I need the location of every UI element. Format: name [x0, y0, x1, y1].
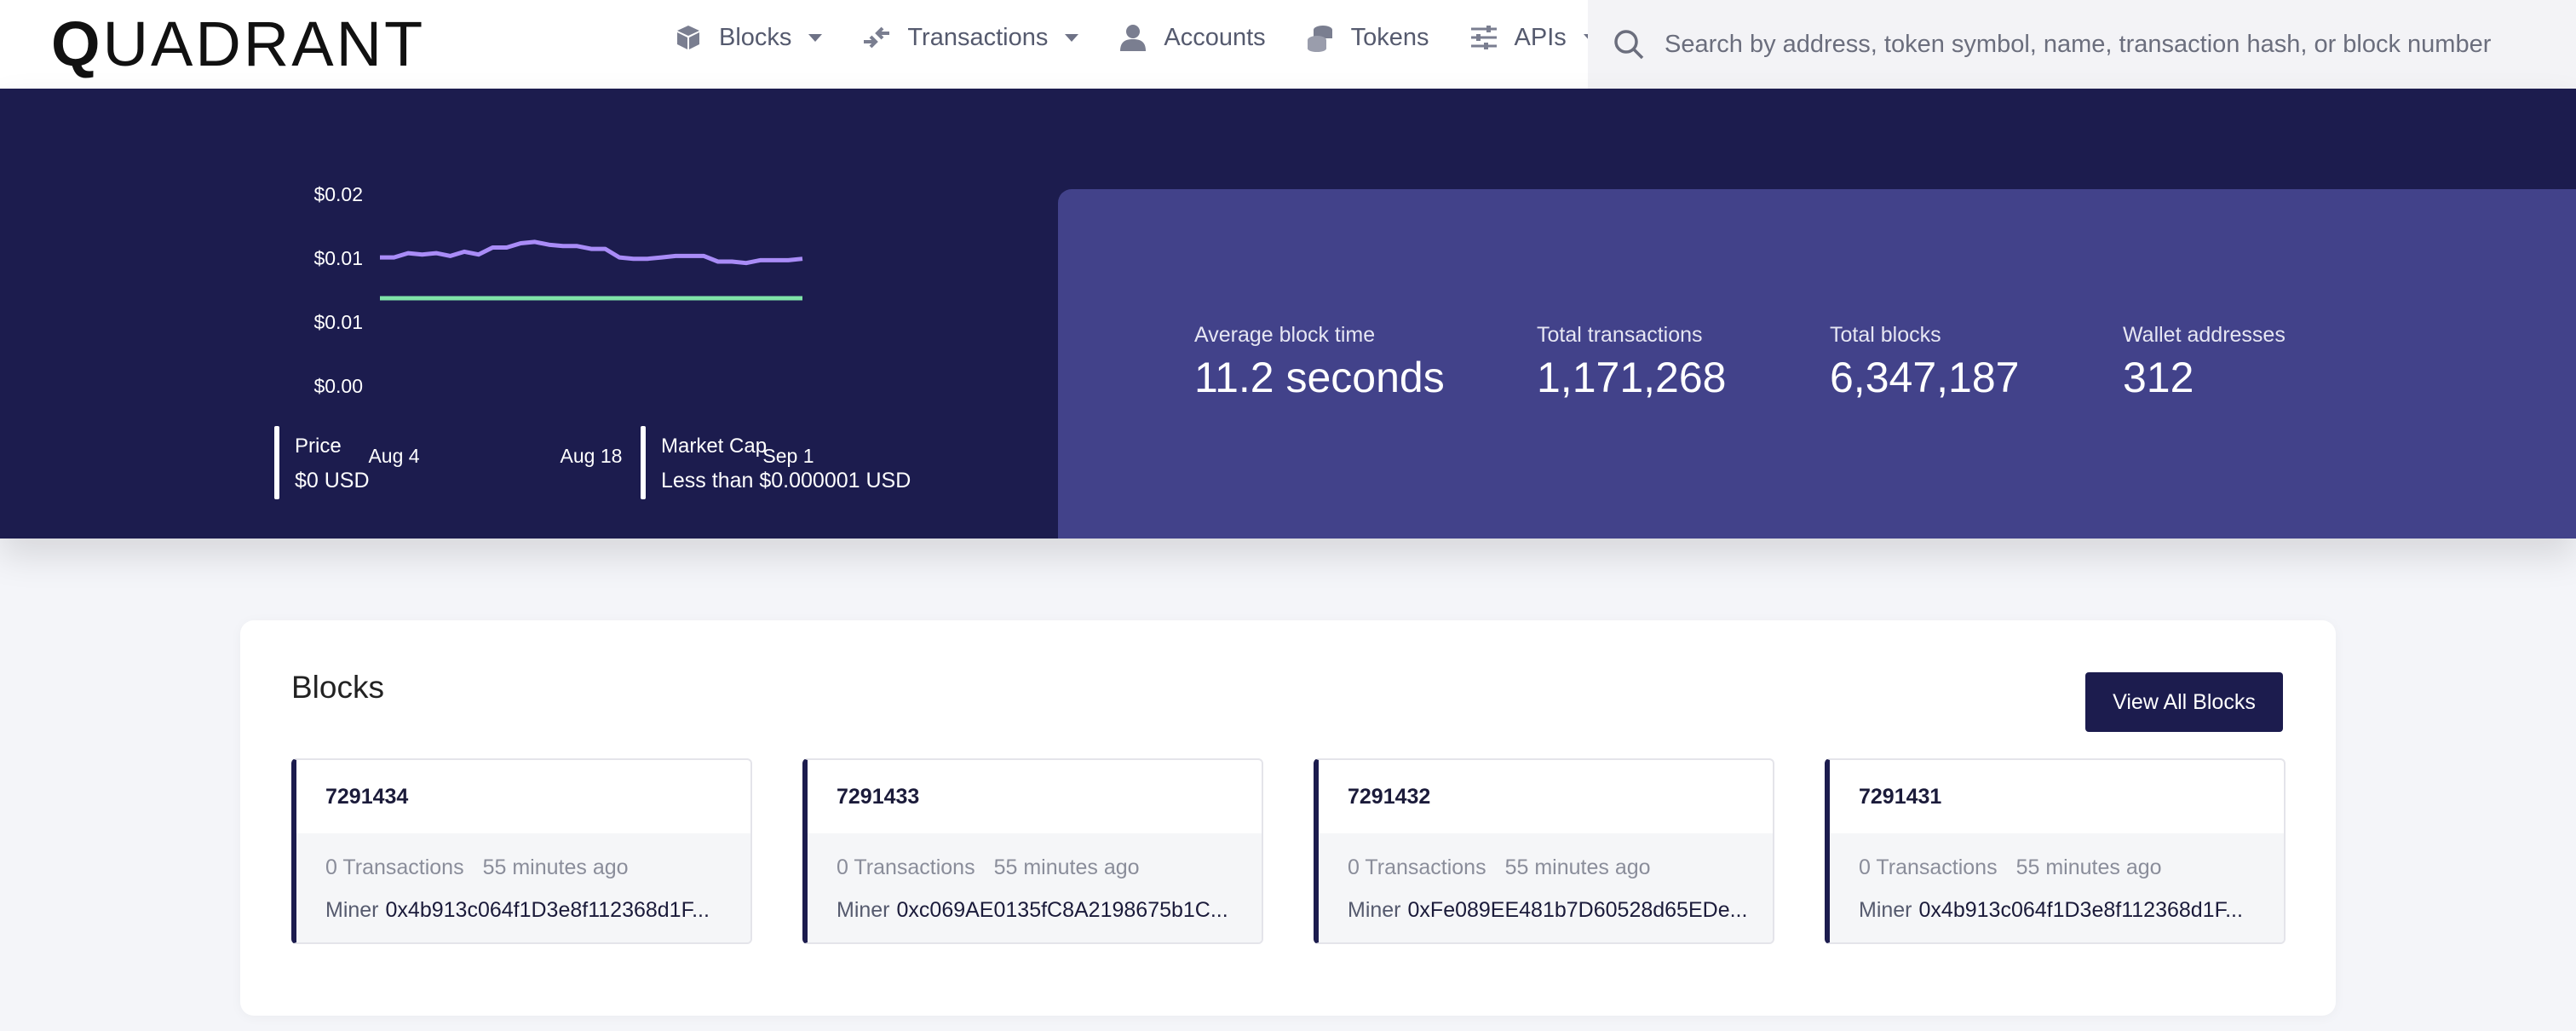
- block-age: 55 minutes ago: [1504, 855, 1651, 879]
- block-number[interactable]: 7291432: [1319, 760, 1773, 833]
- block-age: 55 minutes ago: [482, 855, 629, 879]
- y-tick-label: $0.00: [313, 375, 363, 397]
- stat-label: Total transactions: [1537, 323, 1703, 347]
- user-icon: [1118, 22, 1148, 53]
- price-stat: Price $0 USD: [274, 426, 370, 499]
- stat-value: 11.2 seconds: [1194, 354, 1445, 401]
- stat-avg-block-time: Average block time 11.2 seconds: [1194, 321, 1445, 403]
- miner-label: Miner: [1348, 898, 1401, 922]
- transfer-arrows-icon: [861, 22, 892, 53]
- nav-tokens[interactable]: Tokens: [1305, 22, 1429, 53]
- logo-rest: UADRANT: [102, 9, 426, 79]
- block-details: 0 Transactions 55 minutes ago Miner 0x4b91…: [296, 833, 750, 942]
- block-number[interactable]: 7291433: [808, 760, 1262, 833]
- nav-accounts-label: Accounts: [1164, 23, 1266, 51]
- search-icon[interactable]: [1601, 19, 1656, 70]
- top-header: QUADRANT Blocks Transactions Accounts To…: [0, 0, 2576, 89]
- stat-value: 312: [2123, 354, 2194, 401]
- y-tick-label: $0.01: [313, 311, 363, 333]
- price-label: Price: [295, 435, 342, 458]
- miner-address[interactable]: 0xFe089EE481b7D60528d65EDe...: [1408, 898, 1748, 922]
- miner-label: Miner: [325, 898, 379, 922]
- view-all-blocks-button[interactable]: View All Blocks: [2085, 672, 2283, 732]
- sliders-icon: [1469, 22, 1499, 53]
- hero-section: $0.02 $0.01 $0.01 $0.00 Aug 4 Aug 18 Sep 1 Pri…: [0, 89, 2576, 539]
- block-number[interactable]: 7291431: [1830, 760, 2284, 833]
- search-input[interactable]: [1665, 30, 2567, 59]
- miner-address[interactable]: 0x4b913c064f1D3e8f112368d1F...: [386, 898, 710, 922]
- price-text: Price $0 USD: [295, 426, 370, 499]
- nav-blocks-label: Blocks: [719, 23, 792, 51]
- block-transactions: 0 Transactions: [325, 855, 464, 879]
- market-cap-accent-bar: [641, 426, 646, 499]
- price-series-line: [380, 239, 803, 266]
- chevron-down-icon: [808, 33, 823, 42]
- price-accent-bar: [274, 426, 279, 499]
- block-tile[interactable]: 7291432 0 Transactions 55 minutes ago Min…: [1314, 758, 1774, 944]
- block-details: 0 Transactions 55 minutes ago Miner 0x4b91…: [1830, 833, 2284, 942]
- nav-apis-label: APIs: [1514, 23, 1567, 51]
- y-tick-label: $0.01: [313, 247, 363, 269]
- nav-tokens-label: Tokens: [1350, 23, 1429, 51]
- quadrant-logo[interactable]: QUADRANT: [51, 10, 425, 78]
- block-transactions: 0 Transactions: [1859, 855, 1998, 879]
- block-details: 0 Transactions 55 minutes ago Miner 0xc069…: [808, 833, 1262, 942]
- main-nav: Blocks Transactions Accounts Tokens APIs: [673, 0, 1636, 75]
- miner-address[interactable]: 0x4b913c064f1D3e8f112368d1F...: [1919, 898, 2243, 922]
- miner-label: Miner: [837, 898, 890, 922]
- nav-accounts[interactable]: Accounts: [1118, 22, 1266, 53]
- search-bar: [1588, 0, 2576, 89]
- block-tile[interactable]: 7291433 0 Transactions 55 minutes ago Min…: [802, 758, 1263, 944]
- market-cap-text: Market Cap Less than $0.000001 USD: [661, 426, 911, 499]
- stat-value: 1,171,268: [1537, 354, 1727, 401]
- nav-transactions[interactable]: Transactions: [861, 22, 1079, 53]
- block-age: 55 minutes ago: [993, 855, 1140, 879]
- logo-first-letter: Q: [51, 9, 103, 79]
- nav-apis[interactable]: APIs: [1469, 22, 1597, 53]
- stats-panel: Average block time 11.2 seconds Total tr…: [1058, 189, 2576, 539]
- nav-transactions-label: Transactions: [907, 23, 1049, 51]
- block-tiles: 7291434 0 Transactions 55 minutes ago Min…: [291, 758, 2286, 944]
- nav-blocks[interactable]: Blocks: [673, 22, 823, 53]
- block-tile[interactable]: 7291431 0 Transactions 55 minutes ago Min…: [1825, 758, 2286, 944]
- miner-label: Miner: [1859, 898, 1912, 922]
- price-chart: $0.02 $0.01 $0.01 $0.00 Aug 4 Aug 18 Sep 1: [290, 131, 852, 472]
- x-tick-label: Aug 18: [561, 445, 623, 467]
- stat-value: 6,347,187: [1830, 354, 2020, 401]
- chevron-down-icon: [1065, 33, 1079, 42]
- stat-label: Average block time: [1194, 323, 1376, 347]
- cube-icon: [673, 22, 704, 53]
- stat-label: Wallet addresses: [2123, 323, 2286, 347]
- block-age: 55 minutes ago: [2015, 855, 2162, 879]
- block-details: 0 Transactions 55 minutes ago Miner 0xFe08…: [1319, 833, 1773, 942]
- stat-total-blocks: Total blocks 6,347,187: [1830, 321, 2019, 403]
- stat-total-transactions: Total transactions 1,171,268: [1537, 321, 1726, 403]
- market-cap-stat: Market Cap Less than $0.000001 USD: [641, 426, 911, 499]
- market-cap-value: Less than $0.000001 USD: [661, 469, 911, 492]
- coins-icon: [1305, 22, 1336, 53]
- market-cap-label: Market Cap: [661, 435, 768, 458]
- x-tick-label: Aug 4: [368, 445, 419, 467]
- block-transactions: 0 Transactions: [837, 855, 975, 879]
- y-tick-label: $0.02: [313, 183, 363, 205]
- block-tile[interactable]: 7291434 0 Transactions 55 minutes ago Min…: [291, 758, 752, 944]
- miner-address[interactable]: 0xc069AE0135fC8A2198675b1C...: [897, 898, 1228, 922]
- block-number[interactable]: 7291434: [296, 760, 750, 833]
- blocks-card: Blocks View All Blocks 7291434 0 Transac…: [240, 620, 2336, 1016]
- price-chart-svg: $0.02$0.01$0.01$0.00Aug 4 Aug 18 Sep 1: [313, 183, 814, 467]
- block-transactions: 0 Transactions: [1348, 855, 1486, 879]
- price-value: $0 USD: [295, 469, 370, 492]
- blocks-title: Blocks: [291, 670, 384, 705]
- stat-label: Total blocks: [1830, 323, 1941, 347]
- stat-wallet-addresses: Wallet addresses 312: [2123, 321, 2286, 403]
